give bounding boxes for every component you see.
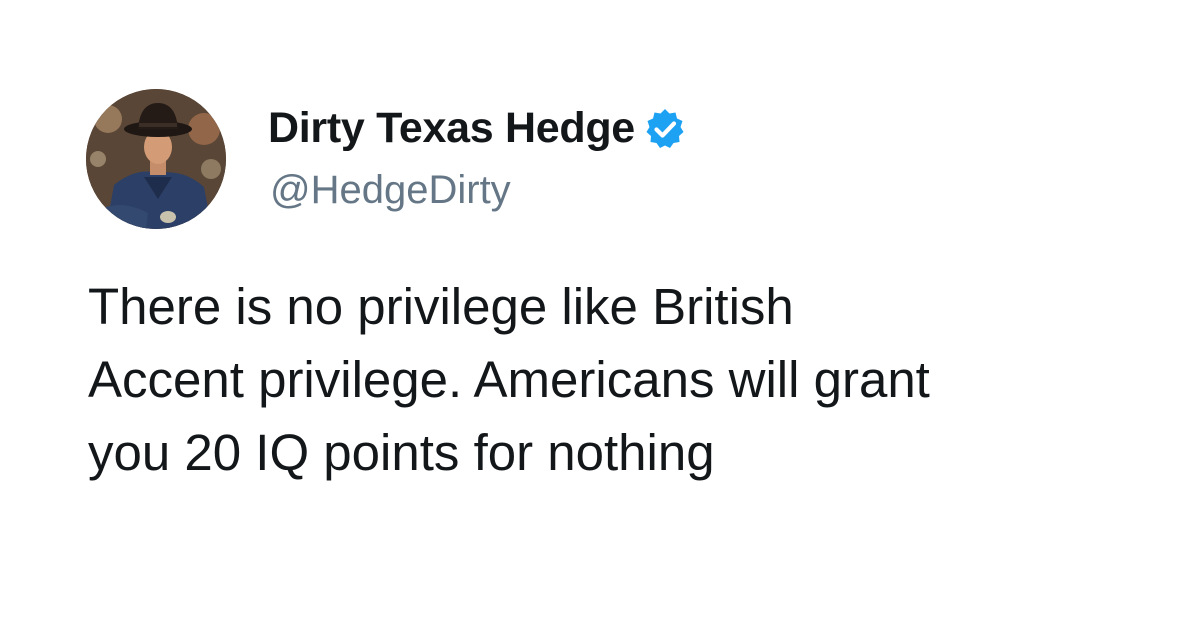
display-name-text: Dirty Texas Hedge bbox=[268, 104, 635, 152]
author-display-name[interactable]: Dirty Texas Hedge bbox=[268, 104, 687, 153]
tweet-text-line: Accent privilege. Americans will grant bbox=[88, 351, 930, 408]
cowboy-portrait-icon bbox=[86, 89, 226, 229]
profile-avatar[interactable] bbox=[86, 89, 226, 229]
tweet-text-line: you 20 IQ points for nothing bbox=[88, 424, 715, 481]
tweet-card: Dirty Texas Hedge @HedgeDirty There is n… bbox=[0, 0, 1200, 630]
tweet-text-line: There is no privilege like British bbox=[88, 278, 794, 335]
tweet-body: There is no privilege like British Accen… bbox=[88, 270, 1128, 489]
verified-badge-icon bbox=[643, 107, 687, 151]
author-handle[interactable]: @HedgeDirty bbox=[270, 168, 511, 213]
